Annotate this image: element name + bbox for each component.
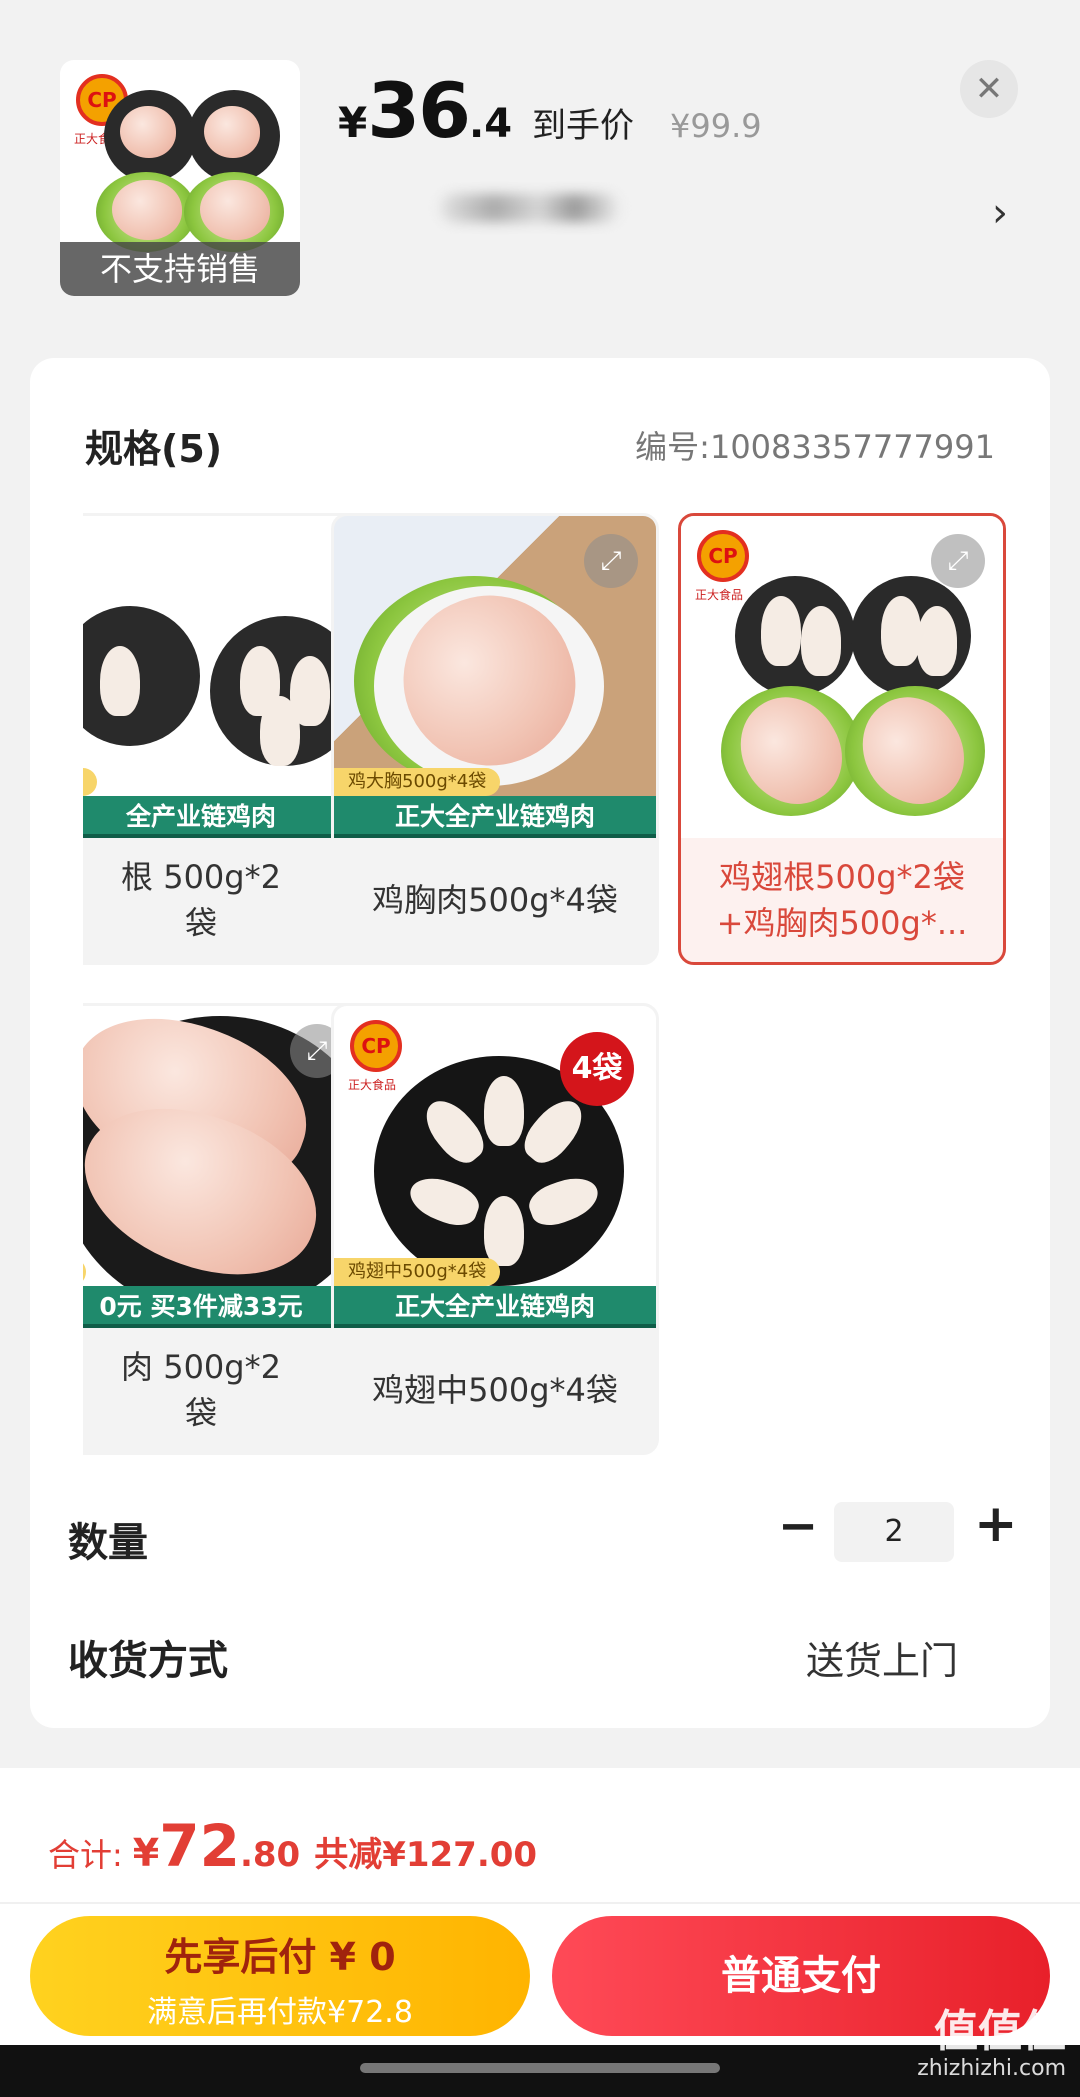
product-id: 编号:10083357777991 [635, 428, 995, 466]
quantity-label: 数量 [68, 1520, 148, 1566]
spec-option-image: 2袋 全产业链鸡肉 [83, 516, 362, 838]
price-integer: 36 [367, 66, 471, 155]
divider [0, 1902, 1080, 1904]
total-reduction: 共减¥127.00 [314, 1835, 538, 1875]
spec-option-label: 鸡翅根500g*2袋 +鸡胸肉500g*... [716, 858, 968, 942]
wing-root-image [100, 646, 140, 716]
wing-mid-image [484, 1196, 524, 1266]
total-row: 合计: ¥ 72 .80 共减¥127.00 [48, 1812, 537, 1880]
spec-option[interactable]: ⤢ 鸡大胸500g*4袋 正大全产业链鸡肉 鸡胸肉500g*4袋 [331, 513, 659, 965]
brand-logo-sub: 正大食品 [695, 588, 744, 602]
spec-option-image: ⤢ 鸡大胸500g*4袋 正大全产业链鸡肉 [334, 516, 656, 838]
original-price: ¥99.9 [670, 107, 762, 145]
spec-banner: 正大全产业链鸡肉 [334, 796, 656, 838]
decrease-button[interactable]: − [778, 1498, 818, 1554]
expand-icon[interactable]: ⤢ [931, 534, 985, 588]
spec-option-label: 鸡胸肉500g*4袋 [372, 881, 618, 919]
spec-banner: 全产业链鸡肉 [83, 796, 362, 838]
spec-option-label: 鸡翅中500g*4袋 [372, 1371, 618, 1409]
total-label: 合计: [48, 1836, 123, 1874]
spec-option[interactable]: ⤢ 袋 0元 买3件减33元 肉 500g*2 袋 [83, 1003, 365, 1455]
increase-button[interactable]: + [974, 1494, 1018, 1554]
spec-badge: 袋 [83, 1258, 86, 1286]
spec-option[interactable]: 2袋 全产业链鸡肉 根 500g*2 袋 [83, 513, 365, 965]
shipping-method[interactable]: 送货上门 [806, 1630, 958, 1685]
spec-options-grid: 2袋 全产业链鸡肉 根 500g*2 袋 ⤢ 鸡大胸500g*4袋 正大全产业链… [83, 513, 1050, 1533]
expand-icon[interactable]: ⤢ [584, 534, 638, 588]
spec-banner: 正大全产业链鸡肉 [334, 1286, 656, 1328]
spec-option[interactable]: CP 正大食品 4袋 鸡翅中500g*4袋 正大全产业链鸡肉 鸡翅中500g*4… [331, 1003, 659, 1455]
pay-later-subtitle: 满意后再付款¥72.8 [147, 1995, 413, 2030]
wing-root-image [917, 606, 957, 676]
spec-option-label: 肉 500g*2 袋 [121, 1348, 281, 1432]
wing-root-image [260, 696, 300, 766]
breast-image [112, 180, 182, 240]
total-currency: ¥ [132, 1831, 160, 1875]
price-row: ¥ 36 .4 到手价 ¥99.9 [338, 66, 762, 155]
spec-option-selected[interactable]: CP 正大食品 ⤢ 鸡翅根500g*2袋 +鸡胸肉500g*... [678, 513, 1006, 965]
product-thumbnail[interactable]: CP 正大食品 不支持销售 [60, 60, 300, 296]
shipping-label: 收货方式 [68, 1638, 228, 1684]
spec-banner: 0元 买3件减33元 [83, 1286, 362, 1328]
wing-root-image [881, 596, 921, 666]
watermark-url: zhizhizhi.com [917, 2056, 1066, 2081]
breast-image [200, 180, 270, 240]
spec-badge: 鸡翅中500g*4袋 [334, 1258, 501, 1286]
spec-badge: 鸡大胸500g*4袋 [334, 768, 501, 796]
count-badge: 4袋 [560, 1032, 634, 1106]
not-for-sale-tag: 不支持销售 [60, 242, 300, 296]
spec-option-image: CP 正大食品 4袋 鸡翅中500g*4袋 正大全产业链鸡肉 [334, 1006, 656, 1328]
breast-image [843, 679, 983, 823]
wing-root-image [801, 606, 841, 676]
quantity-input[interactable]: 2 [834, 1502, 954, 1562]
blurred-text [440, 194, 620, 222]
watermark: 值值值 [934, 2006, 1066, 2057]
breast-image [721, 679, 861, 823]
pay-later-button[interactable]: 先享后付 ¥ 0 满意后再付款¥72.8 [30, 1916, 530, 2036]
close-icon[interactable]: ✕ [960, 60, 1018, 118]
wing-root-image [761, 596, 801, 666]
price-decimal: .4 [469, 101, 513, 147]
wing-mid-image [484, 1076, 524, 1146]
total-integer: 72 [159, 1812, 240, 1880]
spec-option-image: CP 正大食品 ⤢ [681, 516, 1003, 838]
wing-root-image [204, 106, 260, 158]
wing-root-image [120, 106, 176, 158]
brand-logo: CP [697, 530, 749, 582]
spec-card: 规格(5) 编号:10083357777991 2袋 全产业链鸡肉 根 500g… [30, 358, 1050, 1728]
spec-title: 规格(5) [85, 427, 223, 471]
home-indicator[interactable] [360, 2063, 720, 2073]
brand-logo-sub: 正大食品 [348, 1078, 397, 1092]
chevron-right-icon[interactable]: › [992, 190, 1008, 236]
total-decimal: .80 [239, 1835, 301, 1875]
spec-option-label: 根 500g*2 袋 [121, 858, 281, 942]
price-label: 到手价 [532, 106, 635, 146]
spec-option-image: ⤢ 袋 0元 买3件减33元 [83, 1006, 362, 1328]
spec-badge: 2袋 [83, 768, 98, 796]
brand-logo: CP [350, 1020, 402, 1072]
price-currency: ¥ [338, 98, 368, 147]
pay-later-title: 先享后付 ¥ 0 [164, 1935, 396, 1979]
